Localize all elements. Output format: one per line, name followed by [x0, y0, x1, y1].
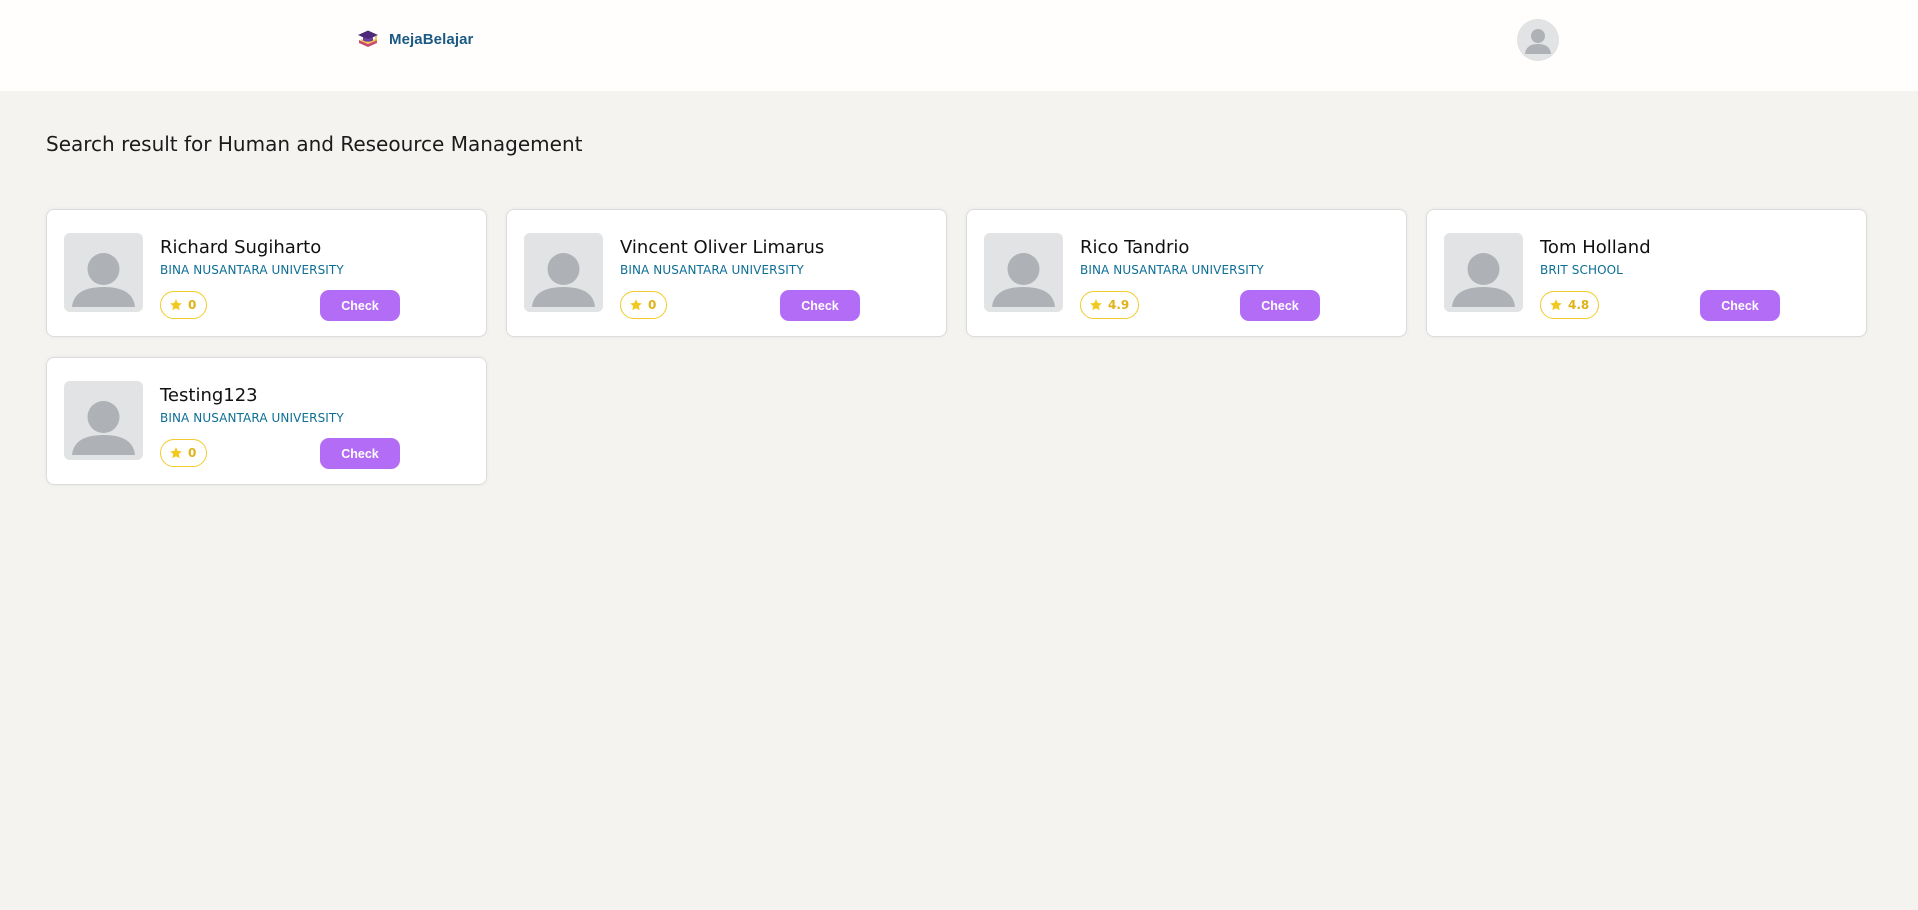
- star-icon: [1550, 299, 1562, 311]
- tutor-card: Vincent Oliver Limarus BINA NUSANTARA UN…: [506, 209, 947, 337]
- star-icon: [630, 299, 642, 311]
- rating-badge: 4.9: [1080, 291, 1140, 319]
- rating-value: 0: [188, 446, 197, 460]
- rating-badge: 0: [160, 439, 207, 467]
- check-button[interactable]: Check: [1700, 290, 1780, 321]
- star-icon: [170, 447, 182, 459]
- profile-avatar-button[interactable]: [1518, 20, 1558, 60]
- user-avatar-icon: [1518, 20, 1558, 60]
- check-button[interactable]: Check: [780, 290, 860, 321]
- user-avatar-icon: [532, 253, 595, 307]
- tutor-name: Richard Sugiharto: [160, 237, 322, 258]
- brand-link[interactable]: MejaBelajar: [356, 26, 473, 52]
- avatar: [984, 233, 1063, 312]
- user-avatar-icon: [72, 401, 135, 455]
- user-avatar-icon: [72, 253, 135, 307]
- avatar: [64, 381, 143, 460]
- rating-value: 4.9: [1108, 298, 1130, 312]
- graduation-book-icon: [358, 30, 378, 47]
- tutor-school: BINA NUSANTARA UNIVERSITY: [160, 263, 344, 277]
- tutor-school: BINA NUSANTARA UNIVERSITY: [160, 411, 344, 425]
- search-result-title: Search result for Human and Reseource Ma…: [46, 132, 583, 156]
- tutor-name: Testing123: [160, 385, 258, 406]
- star-icon: [1090, 299, 1102, 311]
- tutor-name: Tom Holland: [1540, 237, 1651, 258]
- check-button[interactable]: Check: [1240, 290, 1320, 321]
- check-button[interactable]: Check: [320, 438, 400, 469]
- check-button[interactable]: Check: [320, 290, 400, 321]
- tutor-name: Vincent Oliver Limarus: [620, 237, 825, 258]
- rating-badge: 0: [160, 291, 207, 319]
- tutor-school: BRIT SCHOOL: [1540, 263, 1623, 277]
- rating-value: 4.8: [1568, 298, 1590, 312]
- tutor-card: Testing123 BINA NUSANTARA UNIVERSITY 0 C…: [46, 357, 487, 485]
- star-icon: [170, 299, 182, 311]
- rating-value: 0: [648, 298, 657, 312]
- avatar: [524, 233, 603, 312]
- avatar: [64, 233, 143, 312]
- rating-value: 0: [188, 298, 197, 312]
- rating-badge: 4.8: [1540, 291, 1600, 319]
- tutor-card: Rico Tandrio BINA NUSANTARA UNIVERSITY 4…: [966, 209, 1407, 337]
- tutor-school: BINA NUSANTARA UNIVERSITY: [1080, 263, 1264, 277]
- tutor-name: Rico Tandrio: [1080, 237, 1190, 258]
- tutor-school: BINA NUSANTARA UNIVERSITY: [620, 263, 804, 277]
- top-navbar: MejaBelajar: [0, 0, 1918, 91]
- brand-name: MejaBelajar: [389, 30, 474, 48]
- tutor-card: Tom Holland BRIT SCHOOL 4.8 Check: [1426, 209, 1867, 337]
- user-avatar-icon: [992, 253, 1055, 307]
- rating-badge: 0: [620, 291, 667, 319]
- tutor-card: Richard Sugiharto BINA NUSANTARA UNIVERS…: [46, 209, 487, 337]
- user-avatar-icon: [1452, 253, 1515, 307]
- avatar: [1444, 233, 1523, 312]
